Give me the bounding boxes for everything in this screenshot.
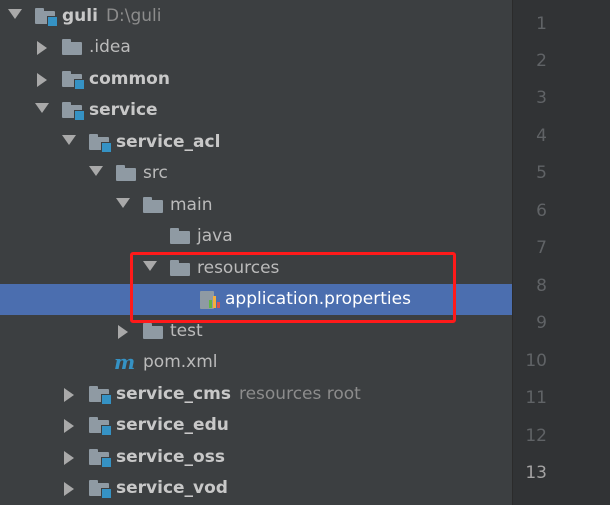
chevron-down-icon[interactable] (116, 198, 130, 208)
tree-node-main[interactable]: main (0, 190, 512, 221)
chevron-down-icon[interactable] (89, 166, 103, 176)
editor-gutter: 1 2 3 4 5 6 7 8 9 10 11 12 13 (512, 0, 610, 505)
chevron-right-icon[interactable] (64, 388, 74, 402)
line-number: 8 (536, 276, 547, 296)
tree-node-label: .idea (89, 37, 131, 57)
folder-icon (116, 165, 136, 181)
module-folder-icon (89, 480, 112, 499)
tree-node-label: service_vod (116, 478, 228, 498)
line-number: 10 (525, 351, 547, 371)
tree-node-label: service_edu (116, 415, 229, 435)
maven-icon: m (114, 350, 136, 374)
line-number: 9 (536, 313, 547, 333)
line-number: 3 (536, 88, 547, 108)
node-path-hint: D:\guli (105, 6, 162, 26)
tree-node-label: common (89, 69, 170, 89)
tree-node-label: java (197, 226, 233, 246)
chevron-right-icon[interactable] (37, 73, 47, 87)
module-folder-icon (89, 449, 112, 468)
tree-node-label: src (143, 163, 168, 183)
tree-node-label: pom.xml (143, 352, 218, 372)
tree-node-label: test (170, 321, 203, 341)
tree-node-idea[interactable]: .idea (0, 32, 512, 63)
tree-node-service-cms[interactable]: service_cms resources root (0, 379, 512, 410)
highlight-annotation-box (130, 252, 456, 323)
module-folder-icon (62, 71, 85, 90)
chevron-right-icon[interactable] (37, 41, 47, 55)
line-number: 11 (525, 388, 547, 408)
tree-node-common[interactable]: common (0, 64, 512, 95)
tree-node-label: main (170, 195, 213, 215)
module-folder-icon (89, 417, 112, 436)
chevron-down-icon[interactable] (8, 9, 22, 19)
module-folder-icon (89, 134, 112, 153)
tree-node-src[interactable]: src (0, 158, 512, 189)
folder-icon (143, 197, 163, 213)
line-number: 7 (536, 238, 547, 258)
line-number: 5 (536, 163, 547, 183)
folder-icon (62, 39, 82, 55)
module-folder-icon (35, 8, 58, 27)
tree-node-label: service_cms resources root (116, 383, 361, 405)
node-hint: resources root (238, 384, 361, 404)
tree-node-guli[interactable]: guli D:\guli (0, 1, 512, 32)
chevron-right-icon[interactable] (118, 325, 128, 339)
tree-node-service[interactable]: service (0, 95, 512, 126)
line-number-current: 13 (525, 463, 547, 483)
tree-node-java[interactable]: java (0, 221, 512, 252)
tree-node-label: service (89, 100, 158, 120)
chevron-right-icon[interactable] (64, 419, 74, 433)
line-number: 2 (536, 51, 547, 71)
folder-icon (170, 228, 190, 244)
tree-node-pom-xml[interactable]: m pom.xml (0, 347, 512, 378)
project-tree: guli D:\guli .idea common service service… (0, 0, 512, 505)
tree-node-service-oss[interactable]: service_oss (0, 442, 512, 473)
tree-node-label: guli D:\guli (62, 5, 162, 27)
chevron-down-icon[interactable] (62, 135, 76, 145)
module-folder-icon (62, 102, 85, 121)
tree-node-service-vod[interactable]: service_vod (0, 473, 512, 504)
tree-node-label: service_oss (116, 447, 225, 467)
line-number: 12 (525, 426, 547, 446)
chevron-down-icon[interactable] (35, 103, 49, 113)
tree-node-label: service_acl (116, 132, 221, 152)
line-number: 4 (536, 126, 547, 146)
chevron-right-icon[interactable] (64, 482, 74, 496)
node-name: service_cms (116, 384, 231, 404)
module-folder-icon (89, 386, 112, 405)
chevron-right-icon[interactable] (64, 451, 74, 465)
tree-node-service-edu[interactable]: service_edu (0, 410, 512, 441)
tree-node-service-acl[interactable]: service_acl (0, 127, 512, 158)
folder-icon (143, 323, 163, 339)
line-number: 6 (536, 201, 547, 221)
node-name: guli (62, 6, 98, 26)
line-number: 1 (536, 14, 547, 34)
